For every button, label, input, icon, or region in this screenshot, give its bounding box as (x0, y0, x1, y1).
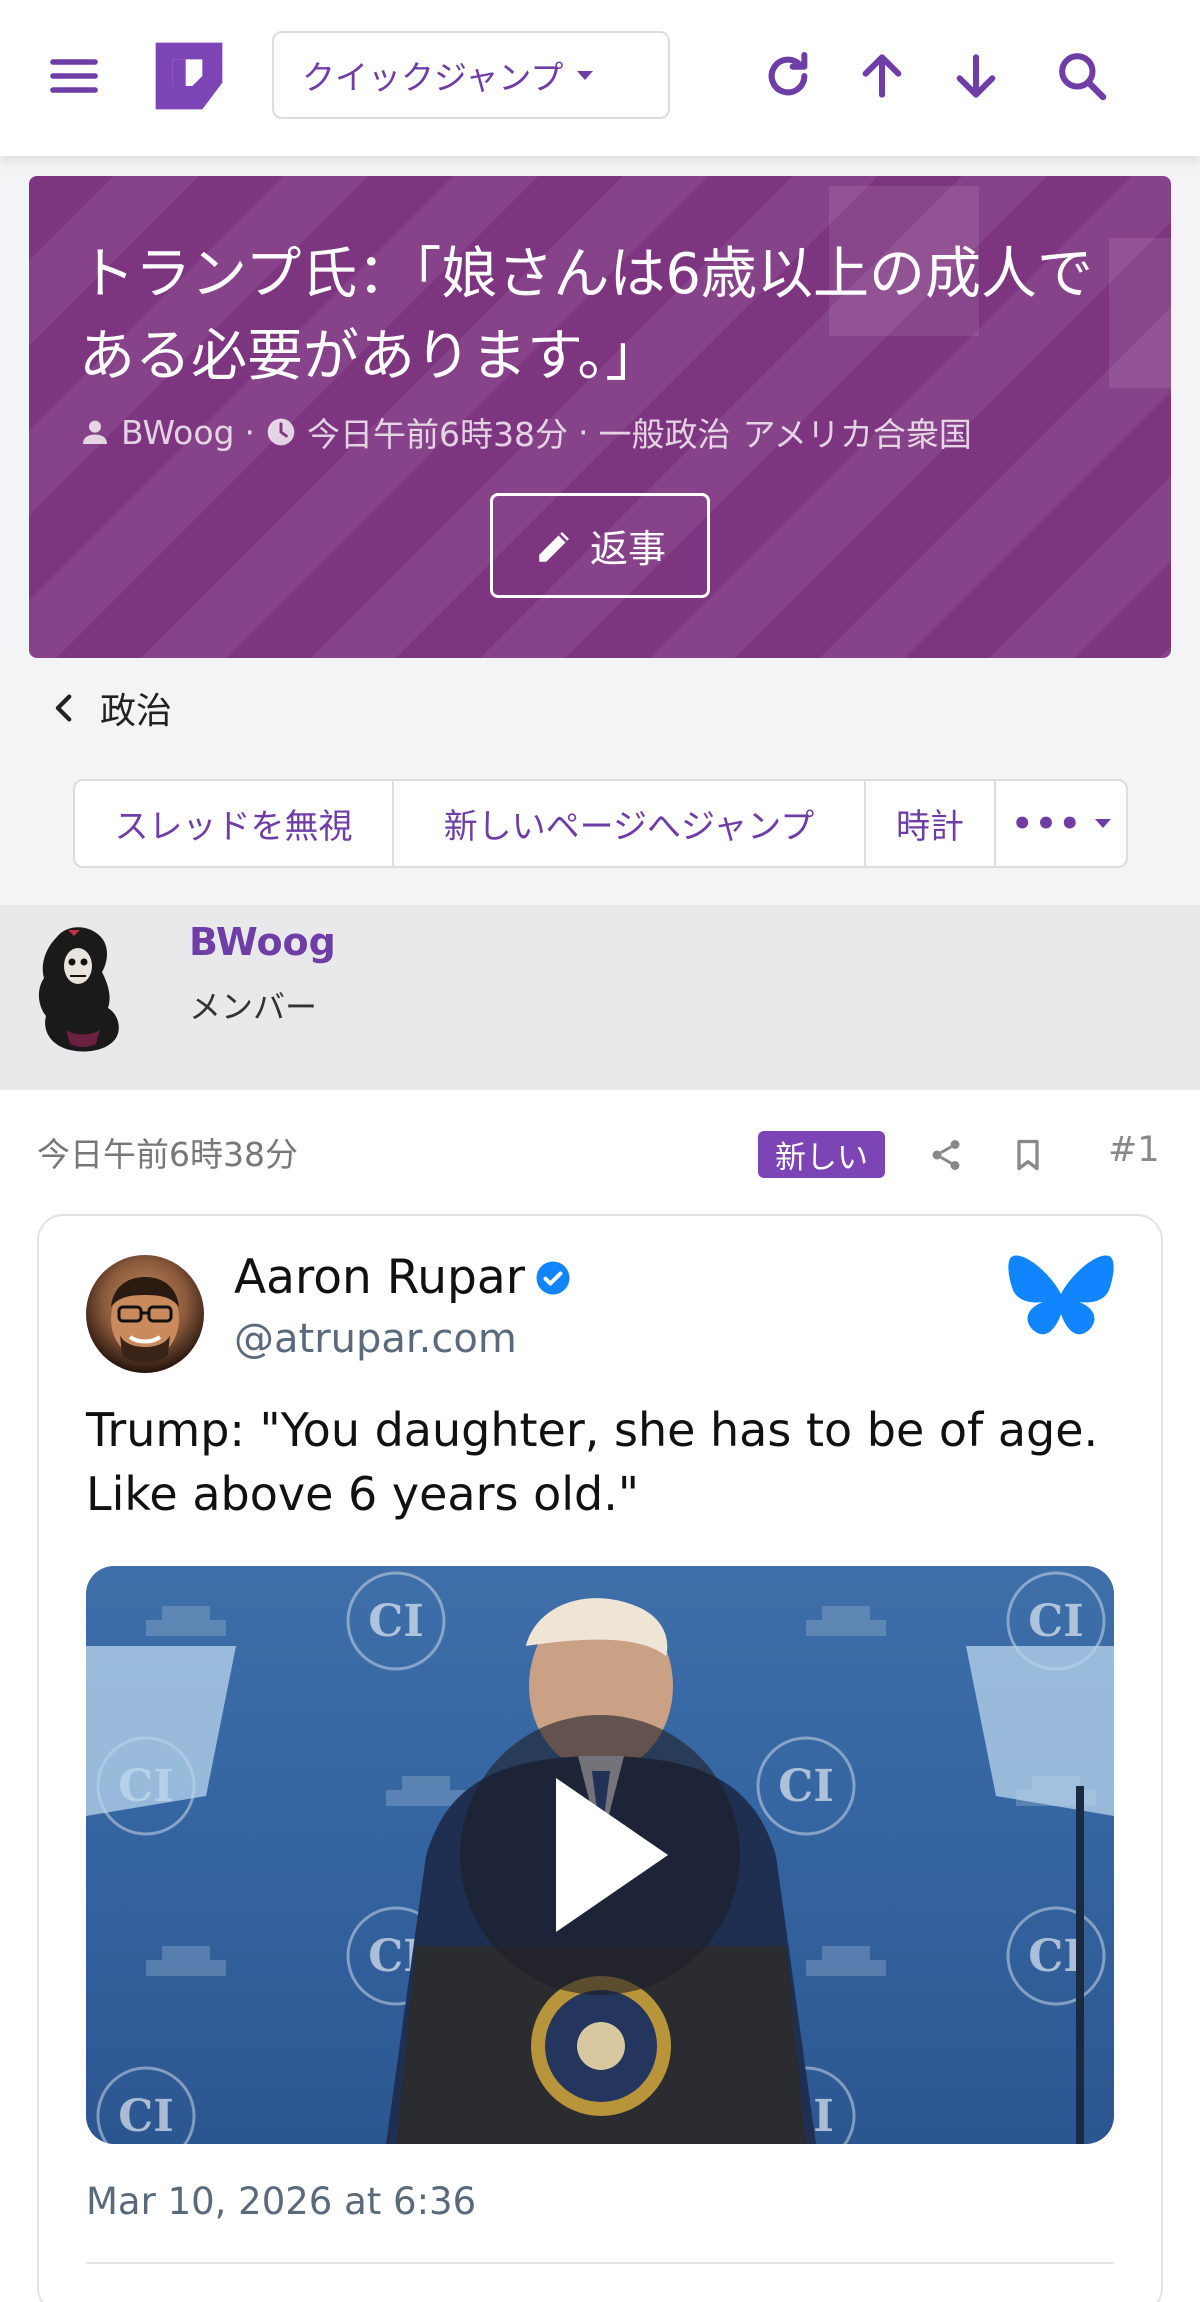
ci-logo: CI (1028, 1931, 1084, 1982)
thread-author[interactable]: BWoog (121, 413, 235, 452)
arrow-up-icon[interactable] (846, 40, 918, 112)
breadcrumb[interactable]: 政治 (48, 680, 172, 736)
quick-jump-dropdown[interactable]: クイックジャンプ (272, 31, 670, 119)
quick-jump-label: クイックジャンプ (302, 58, 564, 97)
thread-meta: BWoog · 今日午前6時38分 · 一般政治 アメリカ合衆国 (79, 408, 972, 456)
ignore-thread-button[interactable]: スレッドを無視 (75, 781, 394, 866)
embed-post-text: Trump: "You daughter, she has to be of a… (86, 1403, 1099, 1521)
search-icon[interactable] (1046, 40, 1118, 112)
post-user-role: メンバー (189, 988, 318, 1026)
pencil-icon (539, 531, 569, 562)
embed-author-name[interactable]: Aaron Rupar (234, 1250, 571, 1305)
forum-logo-icon[interactable] (146, 33, 232, 119)
post-user-band (0, 905, 1200, 1090)
separator: · (578, 412, 589, 452)
menu-icon[interactable] (38, 40, 110, 112)
chevron-down-icon (577, 70, 594, 80)
ignore-thread-label: スレッドを無視 (114, 807, 353, 847)
more-icon: ••• (1011, 803, 1083, 844)
ci-logo: CI (368, 1596, 424, 1647)
embed-author-avatar[interactable] (86, 1255, 204, 1373)
avatar[interactable] (26, 920, 136, 1055)
verified-icon (536, 1261, 570, 1294)
post-username[interactable]: BWoog (189, 920, 336, 964)
watch-button[interactable]: 時計 (866, 781, 996, 866)
embed-author-name-text: Aaron Rupar (234, 1250, 526, 1305)
jump-new-label: 新しいページへジャンプ (443, 807, 815, 847)
thread-header-banner: トランプ氏：「娘さんは6歳以上の成人である必要があります。」 BWoog · 今… (29, 176, 1171, 658)
chevron-left-icon (55, 694, 72, 722)
embed-author-handle[interactable]: @atrupar.com (234, 1316, 517, 1362)
ci-logo: CI (118, 2091, 174, 2142)
reply-label: 返事 (589, 527, 666, 571)
more-options-button[interactable]: ••• (996, 781, 1126, 866)
embed-video[interactable]: CI CI CI CI CI CI CI CI (86, 1566, 1114, 2144)
thread-time[interactable]: 今日午前6時38分 (307, 408, 568, 456)
embed-post-date[interactable]: Mar 10, 2026 at 6:36 (86, 2180, 476, 2223)
bluesky-butterfly-icon[interactable] (1007, 1250, 1115, 1346)
video-thumbnail: CI CI CI CI CI CI CI CI (86, 1571, 1114, 2144)
thread-title: トランプ氏：「娘さんは6歳以上の成人である必要があります。」 (79, 242, 1093, 389)
post-number[interactable]: #1 (1108, 1130, 1160, 1170)
reply-button[interactable]: 返事 (490, 493, 710, 598)
post-time[interactable]: 今日午前6時38分 (37, 1128, 298, 1176)
bookmark-icon[interactable] (1003, 1130, 1053, 1180)
divider (86, 2262, 1114, 2264)
thread-actions: スレッドを無視 新しいページへジャンプ 時計 ••• (73, 779, 1128, 868)
separator: · (244, 412, 256, 452)
clock-icon (267, 418, 295, 446)
ci-logo: CI (1028, 1596, 1084, 1647)
share-icon[interactable] (921, 1130, 971, 1180)
breadcrumb-label: 政治 (100, 691, 173, 732)
jump-new-button[interactable]: 新しいページへジャンプ (394, 781, 866, 866)
new-badge: 新しい (758, 1131, 885, 1178)
thread-forum[interactable]: 一般政治 (599, 408, 731, 456)
thread-prefix[interactable]: アメリカ合衆国 (743, 408, 972, 456)
watch-label: 時計 (896, 807, 964, 847)
ci-logo: CI (778, 1761, 834, 1812)
top-navbar: クイックジャンプ (0, 0, 1200, 156)
user-icon (83, 420, 107, 444)
arrow-down-icon[interactable] (940, 40, 1012, 112)
chevron-down-icon (1094, 819, 1111, 828)
refresh-icon[interactable] (752, 40, 824, 112)
